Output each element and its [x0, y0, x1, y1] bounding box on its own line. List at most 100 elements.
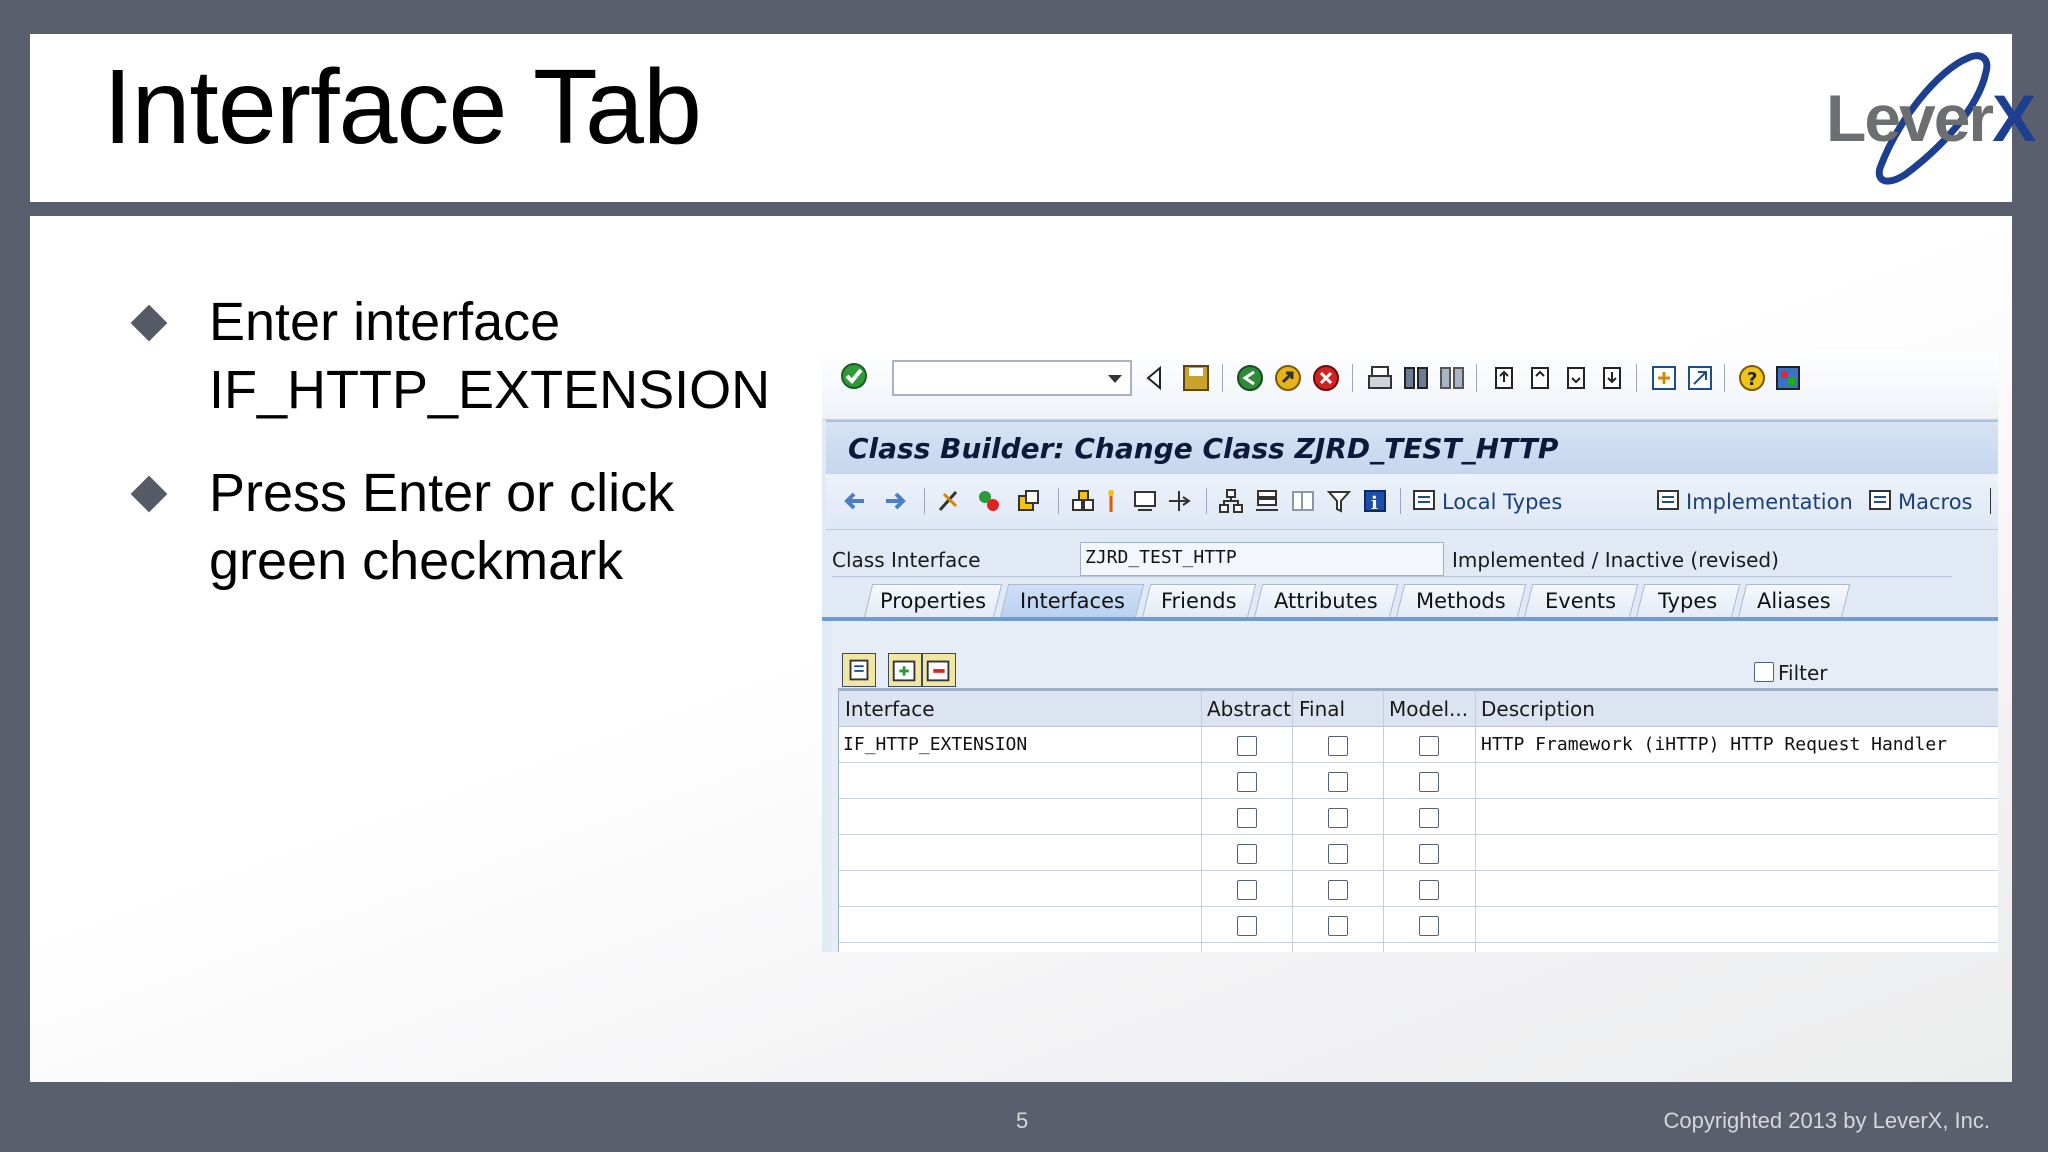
column-header-final[interactable]: Final: [1299, 697, 1345, 721]
final-checkbox[interactable]: [1328, 808, 1348, 828]
table-row[interactable]: [839, 799, 1998, 835]
back-arrow-icon[interactable]: [1144, 366, 1164, 390]
final-checkbox[interactable]: [1328, 772, 1348, 792]
find-next-icon[interactable]: [1438, 364, 1466, 392]
abstract-checkbox[interactable]: [1237, 772, 1257, 792]
back-green-icon[interactable]: [1236, 364, 1264, 392]
modeled-checkbox[interactable]: [1419, 844, 1439, 864]
toolbar-separator: [1990, 488, 1991, 514]
chevron-down-icon[interactable]: [1108, 375, 1122, 383]
command-field[interactable]: [892, 360, 1132, 396]
toolbar-separator: [1352, 364, 1353, 392]
shortcut-icon[interactable]: [1686, 364, 1714, 392]
activate-icon[interactable]: [1104, 488, 1118, 514]
help-icon[interactable]: ?: [1738, 364, 1766, 392]
abstract-checkbox[interactable]: [1237, 808, 1257, 828]
enter-checkmark-icon[interactable]: [840, 362, 868, 390]
arrow-left-icon[interactable]: [842, 488, 868, 514]
display-change-icon[interactable]: [936, 488, 962, 514]
tab-label: Friends: [1161, 589, 1237, 613]
next-page-icon[interactable]: [1562, 364, 1590, 392]
filter-label: Filter: [1778, 661, 1828, 685]
logo-text: Lever: [1826, 81, 1994, 155]
column-header-interface[interactable]: Interface: [845, 697, 935, 721]
abstract-checkbox[interactable]: [1237, 880, 1257, 900]
object-list-icon[interactable]: [1254, 488, 1280, 514]
class-interface-field[interactable]: ZJRD_TEST_HTTP: [1080, 542, 1444, 576]
arrow-right-icon[interactable]: [882, 488, 908, 514]
tab-label: Events: [1545, 589, 1617, 613]
modeled-checkbox[interactable]: [1419, 772, 1439, 792]
abstract-checkbox[interactable]: [1237, 844, 1257, 864]
toolbar-separator: [1636, 364, 1637, 392]
detail-view-icon[interactable]: [842, 653, 876, 687]
interface-cell[interactable]: IF_HTTP_EXTENSION: [843, 734, 1027, 755]
previous-page-icon[interactable]: [1526, 364, 1554, 392]
last-page-icon[interactable]: [1598, 364, 1626, 392]
print-icon[interactable]: [1366, 364, 1394, 392]
insert-row-icon[interactable]: [888, 653, 922, 687]
bullet-line: Press Enter or click: [209, 463, 675, 523]
page-number: 5: [1016, 1108, 1029, 1133]
macros-icon: [1869, 490, 1891, 510]
other-object-icon[interactable]: [1016, 488, 1042, 514]
modeled-checkbox[interactable]: [1419, 736, 1439, 756]
final-checkbox[interactable]: [1328, 880, 1348, 900]
tab-label: Interfaces: [1019, 589, 1125, 613]
test-icon[interactable]: [1132, 488, 1158, 514]
abstract-checkbox[interactable]: [1237, 736, 1257, 756]
filter-checkbox[interactable]: [1754, 662, 1774, 682]
toolbar-separator: [1400, 488, 1401, 514]
bullet-line: green checkmark: [209, 531, 624, 591]
toolbar-separator: [1058, 488, 1059, 514]
tab-label: Types: [1658, 589, 1718, 613]
tab-properties[interactable]: Properties: [863, 584, 1003, 618]
modeled-checkbox[interactable]: [1419, 880, 1439, 900]
navigation-window-icon[interactable]: [1290, 488, 1316, 514]
table-row[interactable]: [839, 835, 1998, 871]
find-icon[interactable]: [1402, 364, 1430, 392]
hierarchy-icon[interactable]: [1218, 488, 1244, 514]
first-page-icon[interactable]: [1490, 364, 1518, 392]
local-types-label: Local Types: [1442, 490, 1563, 514]
table-row[interactable]: [839, 763, 1998, 799]
column-header-description[interactable]: Description: [1481, 697, 1595, 721]
final-checkbox[interactable]: [1328, 736, 1348, 756]
save-icon[interactable]: [1182, 364, 1210, 392]
local-types-icon: [1413, 490, 1435, 510]
status-text: Implemented / Inactive (revised): [1452, 548, 1779, 572]
application-toolbar: i Local Types Implementation Macros: [826, 474, 1998, 530]
table-row[interactable]: IF_HTTP_EXTENSION HTTP Framework (iHTTP)…: [839, 727, 1998, 763]
system-toolbar: ?: [822, 350, 1998, 420]
toolbar-separator: [924, 488, 925, 514]
tab-attributes[interactable]: Attributes: [1253, 584, 1399, 618]
window-title-bar: Class Builder: Change Class ZJRD_TEST_HT…: [826, 420, 1998, 474]
abstract-checkbox[interactable]: [1237, 916, 1257, 936]
information-icon[interactable]: i: [1362, 488, 1388, 514]
column-header-modeled[interactable]: Model...: [1389, 697, 1469, 721]
tab-aliases[interactable]: Aliases: [1737, 584, 1851, 618]
where-used-icon[interactable]: [1166, 488, 1192, 514]
delete-row-icon[interactable]: [922, 653, 956, 687]
customize-layout-icon[interactable]: [1774, 364, 1802, 392]
active-inactive-icon[interactable]: [976, 488, 1002, 514]
cancel-icon[interactable]: [1312, 364, 1340, 392]
modeled-checkbox[interactable]: [1419, 916, 1439, 936]
svg-text:?: ?: [1747, 369, 1757, 390]
tab-methods[interactable]: Methods: [1395, 584, 1527, 618]
modeled-checkbox[interactable]: [1419, 808, 1439, 828]
tab-events[interactable]: Events: [1523, 584, 1639, 618]
check-object-icon[interactable]: [1070, 488, 1096, 514]
tab-types[interactable]: Types: [1635, 584, 1741, 618]
table-row[interactable]: [839, 871, 1998, 907]
create-session-icon[interactable]: [1650, 364, 1678, 392]
filter-icon[interactable]: [1326, 488, 1352, 514]
toolbar-separator: [1206, 488, 1207, 514]
final-checkbox[interactable]: [1328, 844, 1348, 864]
tab-friends[interactable]: Friends: [1141, 584, 1257, 618]
column-header-abstract[interactable]: Abstract: [1207, 697, 1291, 721]
exit-icon[interactable]: [1274, 364, 1302, 392]
table-row[interactable]: [839, 907, 1998, 943]
tab-interfaces[interactable]: Interfaces: [999, 584, 1145, 618]
final-checkbox[interactable]: [1328, 916, 1348, 936]
